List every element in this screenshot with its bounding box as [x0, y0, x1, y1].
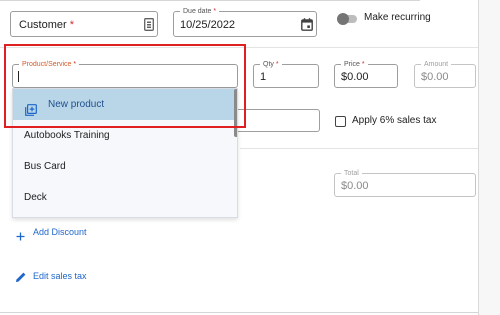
make-recurring-toggle[interactable]	[337, 13, 357, 25]
due-date-value: 10/25/2022	[180, 19, 236, 31]
edit-sales-tax-label: Edit sales tax	[33, 271, 87, 281]
amount-label: Amount	[424, 61, 449, 68]
amount-field: Amount $0.00	[414, 59, 476, 88]
contact-card-icon[interactable]	[144, 18, 154, 36]
toggle-thumb	[337, 13, 349, 25]
dropdown-option[interactable]: Bus Card	[13, 151, 237, 182]
amount-value: $0.00	[421, 71, 449, 83]
qty-value: 1	[260, 71, 267, 83]
sales-tax-checkbox[interactable]	[335, 116, 346, 127]
plus-icon	[16, 228, 25, 246]
customer-label: Customer	[19, 19, 67, 31]
qty-field[interactable]: Qty * 1	[253, 59, 319, 88]
add-discount-link[interactable]: Add Discount	[14, 226, 94, 241]
price-label: Price	[344, 61, 360, 68]
customer-field[interactable]: Customer *	[10, 11, 158, 37]
due-date-required-mark: *	[213, 8, 217, 15]
edit-sales-tax-link[interactable]: Edit sales tax	[14, 269, 104, 283]
due-date-field[interactable]: Due date * 10/25/2022	[173, 6, 317, 37]
dropdown-option[interactable]: Deck	[13, 182, 237, 213]
total-label: Total	[344, 170, 359, 177]
right-scrollbar-region	[479, 0, 500, 315]
due-date-label: Due date	[183, 8, 212, 15]
highlight-box	[4, 44, 246, 128]
qty-required-mark: *	[275, 61, 279, 68]
top-edge	[0, 0, 420, 1]
total-value: $0.00	[341, 180, 369, 192]
qty-label: Qty	[263, 61, 274, 68]
price-field[interactable]: Price * $0.00	[334, 59, 398, 88]
sales-tax-label: Apply 6% sales tax	[352, 115, 437, 126]
price-required-mark: *	[361, 61, 365, 68]
price-value: $0.00	[341, 71, 369, 83]
total-field: Total $0.00	[334, 168, 476, 197]
add-discount-label: Add Discount	[33, 227, 87, 237]
calendar-icon[interactable]	[301, 18, 313, 36]
divider-bottom	[0, 312, 480, 313]
make-recurring-label: Make recurring	[364, 12, 431, 23]
pencil-icon	[15, 270, 27, 288]
divider-middle	[240, 148, 480, 149]
customer-required-mark: *	[69, 19, 75, 31]
